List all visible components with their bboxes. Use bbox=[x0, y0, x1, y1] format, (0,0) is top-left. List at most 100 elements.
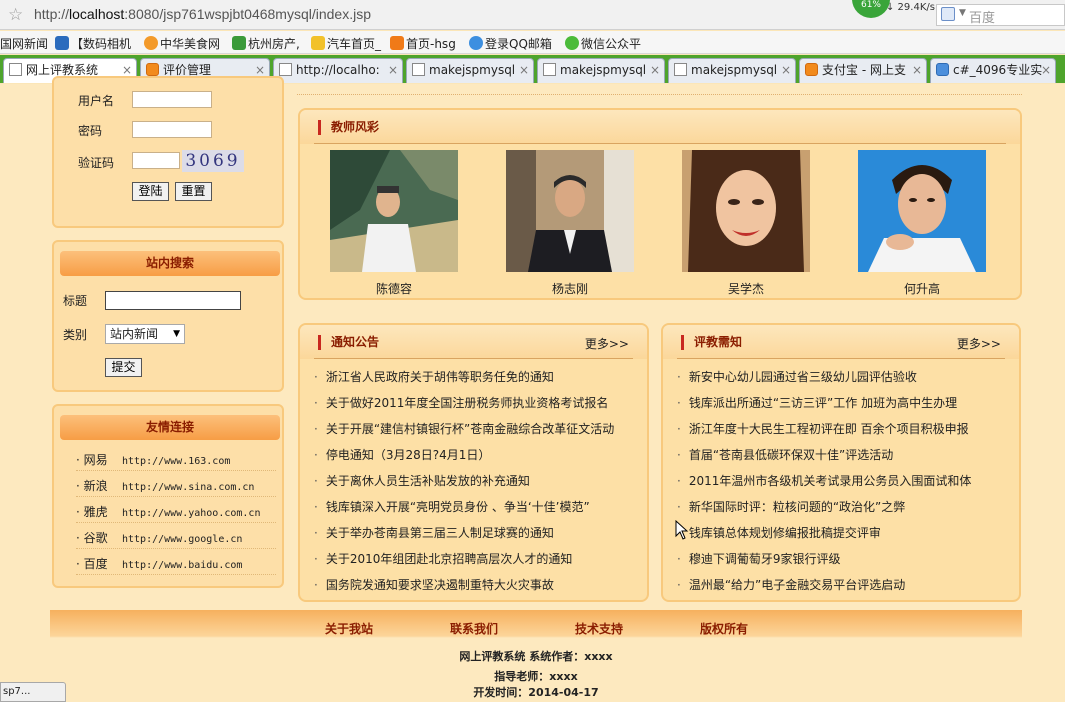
close-icon[interactable]: × bbox=[519, 59, 529, 81]
link-name: 雅虎 bbox=[83, 505, 108, 519]
notices-more-link[interactable]: 更多>> bbox=[585, 335, 629, 352]
bookmark-item[interactable]: 杭州房产, bbox=[232, 35, 300, 52]
bookmark-label: 登录QQ邮箱 bbox=[485, 37, 552, 51]
close-icon[interactable]: × bbox=[1041, 59, 1051, 81]
reviews-more-link[interactable]: 更多>> bbox=[957, 335, 1001, 352]
friend-link[interactable]: · 谷歌 http://www.google.cn bbox=[76, 527, 276, 549]
title-input[interactable] bbox=[105, 291, 241, 310]
tab-label: makejspmysql bbox=[691, 63, 778, 77]
review-item[interactable]: · 穆迪下调葡萄牙9家银行评级 bbox=[677, 550, 840, 567]
bookmark-item[interactable]: 首页-hsg bbox=[390, 35, 456, 52]
tab-item[interactable]: c#_4096专业实 × bbox=[930, 58, 1056, 83]
teacher-card[interactable]: 陈德容 bbox=[330, 150, 458, 297]
chevron-down-icon[interactable]: ▼ bbox=[959, 8, 966, 18]
site-search-heading: 站内搜索 bbox=[60, 251, 280, 276]
password-input[interactable] bbox=[132, 121, 212, 138]
tab-item[interactable]: makejspmysql × bbox=[668, 58, 796, 83]
notice-item[interactable]: · 关于做好2011年度全国注册税务师执业资格考试报名 bbox=[314, 394, 608, 411]
review-item[interactable]: · 新安中心幼儿园通过省三级幼儿园评估验收 bbox=[677, 368, 917, 385]
site-search-panel: 站内搜索 标题 类别 站内新闻 ▼ 提交 bbox=[52, 240, 284, 392]
page-icon bbox=[279, 63, 292, 76]
review-item[interactable]: · 新华国际时评：粒核问题的“政治化”之弊 bbox=[677, 498, 905, 515]
captcha-input[interactable] bbox=[132, 152, 180, 169]
review-title: 2011年温州市各级机关考试录用公务员入围面试和体 bbox=[688, 474, 972, 488]
username-input[interactable] bbox=[132, 91, 212, 108]
review-title: 新安中心幼儿园通过省三级幼儿园评估验收 bbox=[688, 370, 917, 384]
notice-title: 停电通知（3月28日?4月1日） bbox=[325, 448, 491, 462]
notice-item[interactable]: · 停电通知（3月28日?4月1日） bbox=[314, 446, 490, 463]
bookmark-item[interactable]: 登录QQ邮箱 bbox=[469, 35, 552, 52]
close-icon[interactable]: × bbox=[650, 59, 660, 81]
link-name: 谷歌 bbox=[83, 531, 108, 545]
close-icon[interactable]: × bbox=[388, 59, 398, 81]
notice-item[interactable]: · 钱库镇深入开展“亮明党员身份 、争当‘十佳’模范” bbox=[314, 498, 590, 515]
friend-link[interactable]: · 雅虎 http://www.yahoo.com.cn bbox=[76, 501, 276, 523]
teacher-photo[interactable] bbox=[330, 150, 458, 272]
login-button[interactable]: 登陆 bbox=[132, 182, 169, 201]
bookmark-icon bbox=[469, 36, 483, 50]
notice-item[interactable]: · 关于离休人员生活补贴发放的补充通知 bbox=[314, 472, 530, 489]
friend-link[interactable]: · 百度 http://www.baidu.com bbox=[76, 553, 276, 575]
notice-item[interactable]: · 关于2010年组团赴北京招聘高层次人才的通知 bbox=[314, 550, 572, 567]
tab-item[interactable]: http://localho: × bbox=[273, 58, 403, 83]
notice-item[interactable]: · 国务院发通知要求坚决遏制重特大火灾事故 bbox=[314, 576, 554, 593]
bookmark-item[interactable]: 【数码相机 bbox=[55, 35, 131, 52]
bookmarks-bar: 国网新闻 【数码相机 中华美食网 杭州房产, 汽车首页_ 首页-hsg 登录QQ… bbox=[0, 31, 1065, 54]
footer-link-contact[interactable]: 联系我们 bbox=[450, 620, 498, 637]
footer-link-copyright[interactable]: 版权所有 bbox=[700, 620, 748, 637]
captcha-image[interactable]: 3069 bbox=[182, 150, 244, 172]
review-item[interactable]: ·钱库镇总体规划修编报批稿提交评审 bbox=[677, 524, 881, 541]
tab-item[interactable]: makejspmysql × bbox=[406, 58, 534, 83]
speed-badge[interactable]: 61% bbox=[852, 0, 890, 18]
bookmark-item[interactable]: 微信公众平 bbox=[565, 35, 641, 52]
teacher-photo[interactable] bbox=[682, 150, 810, 272]
teacher-portrait-image bbox=[682, 150, 810, 272]
teachers-heading: 教师风彩 bbox=[318, 120, 379, 135]
friend-links-panel: 友情连接 · 网易 http://www.163.com · 新浪 http://w… bbox=[52, 404, 284, 588]
link-url: http://www.google.cn bbox=[122, 534, 243, 545]
submit-button[interactable]: 提交 bbox=[105, 358, 142, 377]
notice-item[interactable]: · 浙江省人民政府关于胡伟等职务任免的通知 bbox=[314, 368, 554, 385]
bookmark-item[interactable]: 国网新闻 bbox=[0, 35, 48, 52]
friend-link[interactable]: · 新浪 http://www.sina.com.cn bbox=[76, 475, 276, 497]
category-select[interactable]: 站内新闻 ▼ bbox=[105, 324, 185, 344]
url-path: :8080/jsp761wspjbt0468mysql/index.jsp bbox=[124, 6, 372, 22]
url-field[interactable]: http://localhost:8080/jsp761wspjbt0468my… bbox=[34, 6, 371, 22]
close-icon[interactable]: × bbox=[912, 59, 922, 81]
teacher-card[interactable]: 何升高 bbox=[858, 150, 986, 297]
review-item[interactable]: · 浙江年度十大民生工程初评在即 百余个项目积极申报 bbox=[677, 420, 969, 437]
bookmark-item[interactable]: 汽车首页_ bbox=[311, 35, 381, 52]
title-label: 标题 bbox=[63, 294, 88, 308]
teacher-card[interactable]: 杨志刚 bbox=[506, 150, 634, 297]
review-item[interactable]: · 温州最“给力”电子金融交易平台评选启动 bbox=[677, 576, 905, 593]
teacher-card[interactable]: 吴学杰 bbox=[682, 150, 810, 297]
tab-item[interactable]: makejspmysql × bbox=[537, 58, 665, 83]
review-item[interactable]: · 钱库派出所通过“三访三评”工作 加班为高中生办理 bbox=[677, 394, 957, 411]
tab-item[interactable]: 支付宝 - 网上支 × bbox=[799, 58, 927, 83]
login-panel: 用户名 密码 验证码 3069 登陆 重置 bbox=[52, 76, 284, 228]
notice-item[interactable]: · 关于开展“建信村镇银行杯”苍南金融综合改革征文活动 bbox=[314, 420, 614, 437]
review-item[interactable]: · 首届“苍南县低碳环保双十佳”评选活动 bbox=[677, 446, 893, 463]
page-footer: 关于我站 联系我们 技术支持 版权所有 网上评教系统 系统作者：xxxx 指导老… bbox=[50, 610, 1022, 702]
download-rate: ↓ 29.4K/s bbox=[886, 2, 935, 13]
friend-links-heading: 友情连接 bbox=[60, 415, 280, 440]
tab-label: 评价管理 bbox=[163, 63, 212, 77]
teacher-photo[interactable] bbox=[506, 150, 634, 272]
review-title: 钱库镇总体规划修编报批稿提交评审 bbox=[688, 526, 881, 540]
divider bbox=[314, 358, 633, 359]
close-icon[interactable]: × bbox=[781, 59, 791, 81]
friend-link[interactable]: · 网易 http://www.163.com bbox=[76, 449, 276, 471]
bookmark-star-icon[interactable]: ☆ bbox=[8, 5, 23, 25]
reset-button[interactable]: 重置 bbox=[175, 182, 212, 201]
footer-link-support[interactable]: 技术支持 bbox=[575, 620, 623, 637]
teacher-portrait-image bbox=[858, 150, 986, 272]
search-box[interactable]: ▼ 百度 bbox=[936, 4, 1065, 26]
status-tooltip: sp7... bbox=[0, 682, 66, 702]
bookmark-item[interactable]: 中华美食网 bbox=[144, 35, 220, 52]
notice-item[interactable]: · 关于举办苍南县第三届三人制足球赛的通知 bbox=[314, 524, 554, 541]
review-item[interactable]: · 2011年温州市各级机关考试录用公务员入围面试和体 bbox=[677, 472, 971, 489]
footer-link-about[interactable]: 关于我站 bbox=[325, 620, 373, 637]
teacher-photo[interactable] bbox=[858, 150, 986, 272]
category-label: 类别 bbox=[63, 328, 88, 342]
search-engine-icon[interactable] bbox=[941, 7, 955, 21]
